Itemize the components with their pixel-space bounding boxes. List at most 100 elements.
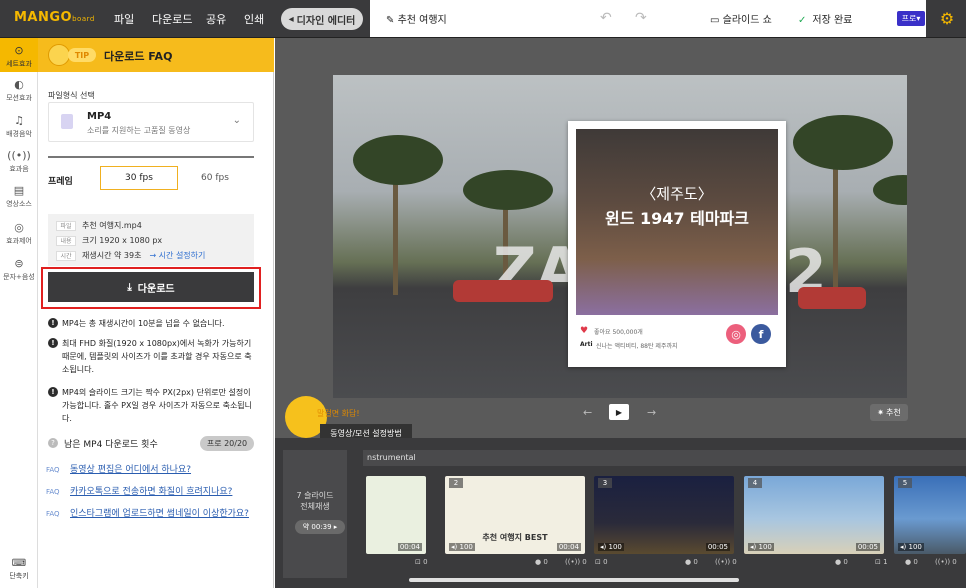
timeline-summary[interactable]: 7 슬라이드 전체재생 약 00:39 ▸ [283,450,347,578]
format-select[interactable]: MP4 소리를 지원하는 고품질 동영상 ⌄ [48,102,254,142]
slide-thumbnail[interactable]: 00:04 [366,476,426,554]
slide-label: 추천 여행지 BEST [482,533,548,542]
sidebar-item-bgm[interactable]: ♫ 배경음악 [0,114,38,139]
postcard[interactable]: 〈제주도〉 윈드 1947 테마파크 ♥ 좋아요 500,000개 Arti 신… [568,121,786,367]
slide-thumbnail[interactable]: 4 ◂) 100 00:05 [744,476,884,554]
slide-control[interactable]: ((•)) 0 [715,558,737,568]
sound-icon: ((•)) [565,558,583,566]
prev-slide-icon[interactable]: ← [583,406,592,419]
chevron-left-icon: ◂ [288,13,294,25]
faq-item[interactable]: FAQ 동영상 편집은 어디에서 하나요? [46,462,191,475]
recommend-label: 추천 [885,408,901,417]
undo-icon[interactable]: ↶ [600,10,612,26]
slide-control[interactable]: ⊡ 0 [415,558,428,568]
mangoboard-logo[interactable]: MANGOboard [14,10,95,25]
top-bar: MANGOboard 파일 다운로드 공유 인쇄 ◂ 디자인 에디터 ✎ 추천 여… [0,0,966,38]
sidebar-item-sfx[interactable]: ((•)) 효과음 [0,149,38,174]
faq-tag: FAQ [46,510,60,518]
faq-item[interactable]: FAQ 카카오톡으로 전송하면 화질이 흐려지나요? [46,484,232,497]
info-tag: 파일 [56,221,76,231]
play-icon: ▶ [615,407,623,417]
note-text: 최대 FHD 화질(1920 x 1080px)에서 녹화가 가능하기 때문에,… [62,339,252,374]
control-value: 0 [843,558,848,566]
sidebar-item-video-source[interactable]: ▤ 영상소스 [0,184,38,209]
slide-duration: 00:05 [705,543,730,551]
download-button[interactable]: ⤓ 다운로드 [48,272,254,302]
note-text: MP4의 슬라이드 크기는 짝수 PX(2px) 단위로만 설정이 가능합니다.… [62,388,253,423]
sidebar-item-set-effect[interactable]: ⊙ 세트효과 [0,38,38,72]
heart-icon: ♥ [580,326,589,336]
save-status: ✓ 저장 완료 [798,11,852,26]
slide-thumbnail[interactable]: 3 ◂) 100 00:05 [594,476,734,554]
volume-value: 100 [459,543,473,551]
fps-60-option[interactable]: 60 fps [184,166,246,190]
menu-download[interactable]: 다운로드 [152,11,192,27]
volume-indicator: ◂) 100 [598,543,624,551]
shortcut-label: 단축키 [9,572,29,580]
chevron-down-icon: ⌄ [232,115,241,126]
sidebar-item-label: 효과제어 [6,237,32,245]
sidebar-item-motion[interactable]: ◐ 모션효과 [0,78,38,103]
control-value: 0 [913,558,918,566]
instagram-icon: ◎ [726,324,746,344]
slide-control[interactable]: ⊡ 0 [595,558,608,568]
slide-canvas: ZA 2 〈제주도〉 윈드 1947 테마파크 ♥ 좋아요 500,000개 A… [275,38,966,442]
save-status-label: 저장 완료 [812,15,853,26]
sidebar-item-text-voice[interactable]: ⊜ 문자+음성 [0,257,38,282]
slide-control[interactable]: ⊡ 1 [875,558,888,568]
slide-control[interactable]: ● 0 [685,558,698,568]
note-item: ! MP4는 총 재생시간이 10분을 넘을 수 없습니다. [48,317,258,330]
slide-control[interactable]: ● 0 [535,558,548,568]
faq-link[interactable]: 카카오톡으로 전송하면 화질이 흐려지나요? [70,487,232,497]
volume-value: 100 [908,543,922,551]
control-value: 0 [952,558,957,566]
download-label: 다운로드 [137,283,175,295]
faq-link[interactable]: 인스타그램에 업로드하면 썸네일이 이상한가요? [70,509,249,519]
faq-link[interactable]: 동영상 편집은 어디에서 하나요? [70,465,191,475]
format-name: MP4 [87,111,112,122]
sidebar-item-effect-control[interactable]: ◎ 효과제어 [0,221,38,246]
divider [48,156,254,158]
time-setting-link[interactable]: → 시간 설정하기 [149,251,205,260]
control-value: 0 [423,558,428,566]
slide-control[interactable]: ● 0 [905,558,918,568]
menu-print[interactable]: 인쇄 [244,11,264,27]
transition-icon: ⊡ [595,558,604,566]
slide-control[interactable]: ● 0 [835,558,848,568]
transition-icon: ⊡ [415,558,424,566]
shortcut-button[interactable]: ⌨ 단축키 [0,558,38,581]
gear-icon[interactable]: ⚙ [928,0,966,37]
slide-thumbnail[interactable]: 5 ◂) 100 [894,476,966,554]
menu-share[interactable]: 공유 [206,11,226,27]
likes-text: 좋아요 500,000개 [594,329,643,336]
slide-number: 3 [598,478,612,488]
palm-leaves [463,170,553,210]
slide-control[interactable]: ((•)) 0 [565,558,587,568]
remaining-label: 남은 MP4 다운로드 횟수 [64,440,158,450]
faq-item[interactable]: FAQ 인스타그램에 업로드하면 썸네일이 이상한가요? [46,506,249,519]
sidebar-item-label: 배경음악 [6,130,32,138]
doc-title[interactable]: ✎ 추천 여행지 [386,11,447,26]
slideshow-button[interactable]: ▭ 슬라이드 쇼 [710,11,772,26]
audio-track[interactable]: nstrumental [363,450,966,466]
slide-control[interactable]: ((•)) 0 [935,558,957,568]
help-icon[interactable]: ? [48,438,58,448]
palm-leaves [873,175,907,205]
pro-badge[interactable]: 프로 ▾ [897,11,925,26]
control-value: 0 [582,558,587,566]
note-text: MP4는 총 재생시간이 10분을 넘을 수 없습니다. [62,319,225,328]
remaining-badge: 프로 20/20 [200,436,254,451]
redo-icon[interactable]: ↷ [635,10,647,26]
slide-thumbnail[interactable]: 2 추천 여행지 BEST ◂) 100 00:04 [445,476,585,554]
fps-30-option[interactable]: 30 fps [100,166,178,190]
panel-title: 다운로드 FAQ [104,50,173,63]
design-editor-button[interactable]: ◂ 디자인 에디터 [281,8,363,30]
next-slide-icon[interactable]: → [647,406,656,419]
timeline-scrollbar[interactable] [409,578,739,582]
remaining-downloads: ? 남은 MP4 다운로드 횟수 프로 20/20 [48,436,254,452]
recommend-button[interactable]: ✷ 추천 [870,404,908,421]
slide-duration: 00:04 [397,543,422,551]
slide-background-photo[interactable]: ZA 2 〈제주도〉 윈드 1947 테마파크 ♥ 좋아요 500,000개 A… [333,75,907,398]
play-button[interactable]: ▶ [609,404,629,420]
menu-file[interactable]: 파일 [114,11,134,27]
